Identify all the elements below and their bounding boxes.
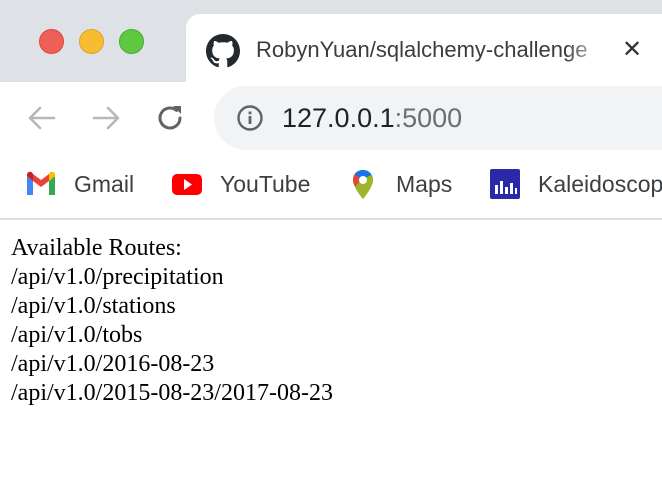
- page-heading: Available Routes:: [11, 235, 182, 261]
- url-port: :5000: [394, 103, 463, 133]
- reload-button[interactable]: [152, 100, 188, 136]
- bookmark-label: Kaleidoscope: [538, 171, 662, 197]
- route-item: /api/v1.0/precipitation: [11, 264, 224, 290]
- maps-icon: [346, 168, 380, 200]
- browser-toolbar: 127.0.0.1:5000: [0, 82, 662, 154]
- route-item: /api/v1.0/tobs: [11, 322, 143, 348]
- kaleidoscope-icon: [488, 168, 522, 200]
- window-minimize-button[interactable]: [79, 29, 104, 54]
- routes-list: Available Routes: /api/v1.0/precipitatio…: [11, 234, 333, 408]
- back-button[interactable]: [24, 100, 60, 136]
- info-icon[interactable]: [236, 104, 264, 132]
- reload-icon: [158, 106, 182, 130]
- bookmark-label: Gmail: [74, 171, 135, 197]
- github-icon: [206, 34, 240, 68]
- active-tab[interactable]: RobynYuan/sqlalchemy-challenge ✕: [186, 14, 662, 82]
- arrow-right-icon: [92, 106, 120, 130]
- tab-title: RobynYuan/sqlalchemy-challenge: [256, 37, 588, 62]
- url-text[interactable]: 127.0.0.1:5000: [282, 102, 462, 134]
- gmail-icon: [24, 168, 58, 200]
- forward-button[interactable]: [88, 100, 124, 136]
- bookmarks-bar: Gmail YouTube Maps Kaleidoscop: [0, 154, 662, 220]
- route-item: /api/v1.0/2015-08-23/2017-08-23: [11, 380, 333, 406]
- address-bar[interactable]: 127.0.0.1:5000: [214, 86, 662, 150]
- browser-window: RobynYuan/sqlalchemy-challenge ✕ 127.0.0…: [0, 0, 662, 480]
- bookmark-label: YouTube: [220, 171, 311, 197]
- youtube-icon: [170, 168, 204, 200]
- route-item: /api/v1.0/2016-08-23: [11, 351, 215, 377]
- tab-strip: RobynYuan/sqlalchemy-challenge ✕: [0, 0, 662, 82]
- close-icon[interactable]: ✕: [618, 36, 646, 64]
- arrow-left-icon: [28, 106, 56, 130]
- route-item: /api/v1.0/stations: [11, 293, 176, 319]
- url-host: 127.0.0.1: [282, 103, 395, 133]
- window-close-button[interactable]: [39, 29, 64, 54]
- page-content: Available Routes: /api/v1.0/precipitatio…: [0, 220, 662, 480]
- bookmark-label: Maps: [396, 171, 453, 197]
- window-maximize-button[interactable]: [119, 29, 144, 54]
